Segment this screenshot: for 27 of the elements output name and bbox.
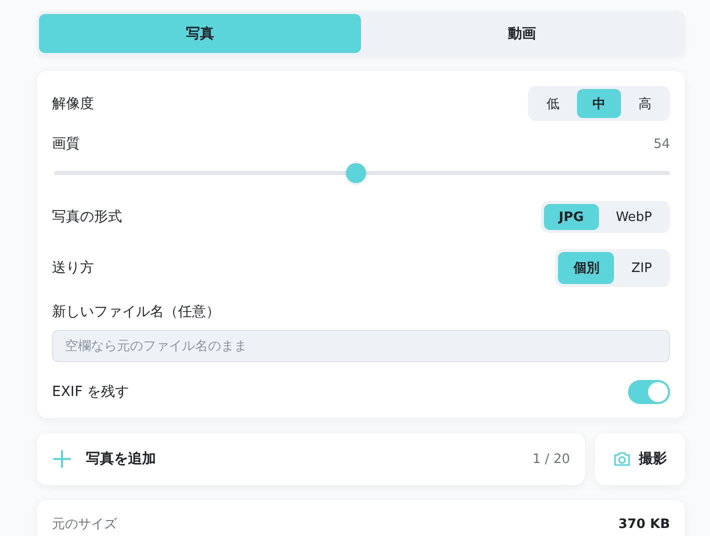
setting-label: 新しいファイル名（任意） bbox=[52, 303, 221, 321]
segment-option[interactable]: JPG bbox=[544, 204, 599, 230]
segment-option[interactable]: 中 bbox=[577, 89, 621, 118]
segment-option[interactable]: ZIP bbox=[616, 252, 667, 284]
setting-label: 画質 bbox=[52, 135, 80, 153]
camera-icon bbox=[613, 451, 631, 467]
segment-option[interactable]: 低 bbox=[531, 89, 575, 118]
setting-label: 写真の形式 bbox=[52, 208, 122, 226]
info-label: 元のサイズ bbox=[52, 516, 117, 533]
add-photo-button[interactable]: 写真を追加 1 / 20 bbox=[37, 433, 585, 485]
add-photo-label: 写真を追加 bbox=[86, 450, 157, 468]
mode-tab[interactable]: 動画 bbox=[361, 14, 683, 53]
info-value: 370 KB bbox=[618, 516, 670, 532]
segment-option[interactable]: WebP bbox=[600, 204, 667, 230]
setting-label: 送り方 bbox=[52, 259, 94, 277]
mode-tab[interactable]: 写真 bbox=[39, 14, 361, 53]
slider-thumb[interactable] bbox=[346, 163, 366, 183]
filename-field[interactable]: 空欄なら元のファイル名のまま bbox=[52, 330, 670, 362]
camera-button[interactable]: 撮影 bbox=[595, 433, 685, 485]
segment-option[interactable]: 個別 bbox=[558, 252, 614, 284]
slider-value: 54 bbox=[653, 136, 670, 152]
plus-icon bbox=[52, 449, 72, 469]
setting-label: EXIF を残す bbox=[52, 383, 130, 401]
segment-option[interactable]: 高 bbox=[623, 89, 667, 118]
setting-label: 解像度 bbox=[52, 94, 94, 112]
photo-count: 1 / 20 bbox=[532, 452, 570, 466]
toggle-switch[interactable] bbox=[628, 380, 670, 404]
